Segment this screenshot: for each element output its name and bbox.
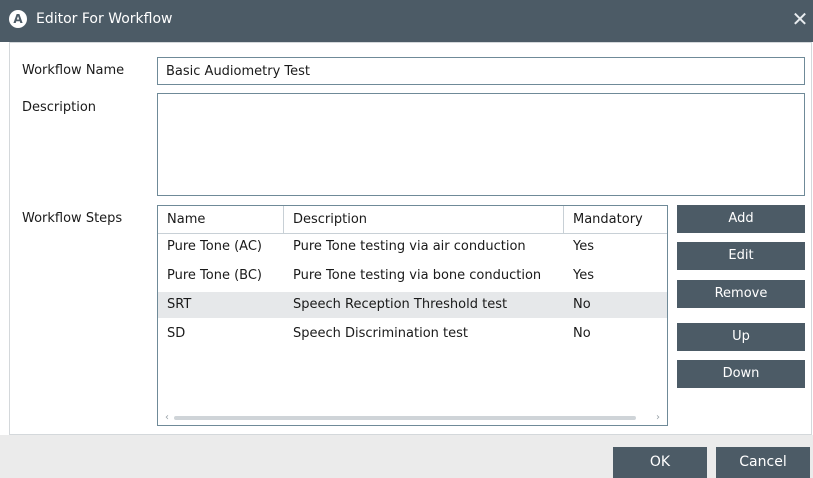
app-logo-icon: A — [9, 10, 27, 28]
table-row[interactable]: SD Speech Discrimination test No — [158, 321, 667, 347]
table-row[interactable]: Pure Tone (BC) Pure Tone testing via bon… — [158, 263, 667, 289]
move-down-button[interactable]: Down — [677, 360, 805, 388]
description-input[interactable] — [157, 93, 805, 196]
column-header-description[interactable]: Description — [284, 206, 564, 233]
window-title: Editor For Workflow — [36, 11, 173, 27]
remove-button[interactable]: Remove — [677, 280, 805, 308]
cell-description: Pure Tone testing via air conduction — [293, 239, 526, 254]
table-header: Name Description Mandatory — [158, 206, 667, 234]
close-icon[interactable]: ✕ — [789, 8, 811, 30]
column-header-name[interactable]: Name — [158, 206, 284, 233]
scrollbar-thumb[interactable] — [174, 416, 636, 420]
cell-description: Speech Reception Threshold test — [293, 297, 508, 312]
cell-name: Pure Tone (AC) — [167, 239, 262, 254]
cell-mandatory: No — [573, 297, 591, 312]
cancel-button[interactable]: Cancel — [716, 447, 810, 478]
add-button[interactable]: Add — [677, 205, 805, 233]
chevron-left-icon[interactable]: ‹ — [160, 411, 174, 425]
cell-mandatory: Yes — [573, 239, 594, 254]
cell-description: Pure Tone testing via bone conduction — [293, 268, 542, 283]
cell-mandatory: No — [573, 326, 591, 341]
horizontal-scrollbar[interactable]: ‹ › — [158, 411, 667, 425]
cell-name: SRT — [167, 297, 192, 312]
dialog-footer: OK Cancel — [0, 435, 813, 478]
cell-mandatory: Yes — [573, 268, 594, 283]
cell-name: Pure Tone (BC) — [167, 268, 263, 283]
workflow-steps-label: Workflow Steps — [22, 211, 123, 226]
workflow-name-label: Workflow Name — [22, 63, 125, 78]
description-label: Description — [22, 100, 97, 115]
title-bar: A Editor For Workflow ✕ — [0, 0, 813, 42]
column-header-mandatory[interactable]: Mandatory — [564, 206, 667, 233]
cell-name: SD — [167, 326, 186, 341]
move-up-button[interactable]: Up — [677, 323, 805, 351]
workflow-name-input[interactable] — [157, 57, 805, 85]
cell-description: Speech Discrimination test — [293, 326, 468, 341]
table-row-selected[interactable]: SRT Speech Reception Threshold test No — [158, 292, 667, 318]
workflow-steps-table[interactable]: Name Description Mandatory Pure Tone (AC… — [157, 205, 668, 426]
edit-button[interactable]: Edit — [677, 242, 805, 270]
chevron-right-icon[interactable]: › — [651, 411, 665, 425]
ok-button[interactable]: OK — [613, 447, 707, 478]
table-row[interactable]: Pure Tone (AC) Pure Tone testing via air… — [158, 234, 667, 260]
